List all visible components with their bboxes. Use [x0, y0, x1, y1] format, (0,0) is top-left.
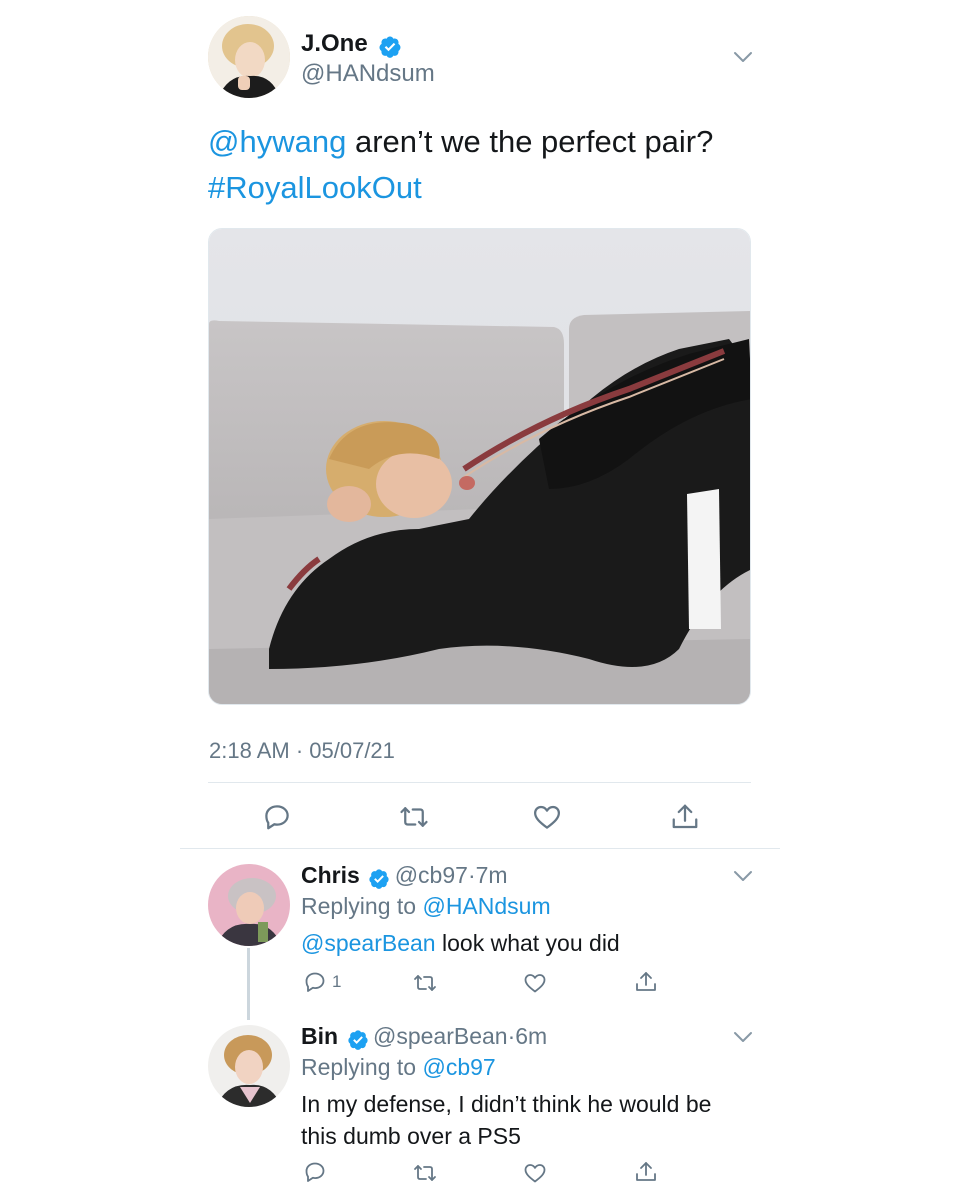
hashtag-link[interactable]: #RoyalLookOut	[208, 170, 422, 205]
like-icon[interactable]	[523, 971, 547, 995]
verified-badge-icon	[379, 36, 401, 58]
tweet-timestamp[interactable]: 2:18 AM · 05/07/21	[209, 738, 395, 764]
thread-line	[247, 948, 250, 1020]
author-name-row: J.One	[301, 30, 402, 59]
reply-icon[interactable]	[303, 1160, 327, 1184]
tweet-photo[interactable]	[208, 228, 751, 705]
replying-to-label: Replying to	[301, 893, 417, 919]
retweet-icon[interactable]	[413, 1161, 437, 1185]
reply-handle[interactable]: @spearBean	[373, 1023, 508, 1049]
tweet-text-body: aren’t we the perfect pair?	[354, 124, 714, 159]
share-icon[interactable]	[634, 970, 658, 994]
divider	[180, 848, 780, 849]
reply-text: @spearBean look what you did	[301, 927, 620, 959]
reply-time[interactable]: ·6m	[508, 1023, 548, 1049]
verified-badge-icon	[369, 869, 389, 889]
reply-avatar[interactable]	[208, 864, 290, 946]
tweet-text: @hywang aren’t we the perfect pair? #Roy…	[208, 119, 768, 211]
mention-link[interactable]: @hywang	[208, 124, 346, 159]
reply-handle[interactable]: @cb97	[395, 862, 468, 888]
divider	[208, 782, 751, 783]
replying-to-line: Replying to @cb97	[301, 1054, 496, 1081]
reply-display-name[interactable]: Chris	[301, 862, 360, 888]
reply-icon[interactable]	[262, 802, 292, 832]
like-icon[interactable]	[523, 1161, 547, 1185]
like-icon[interactable]	[532, 802, 562, 832]
reply-text-body: look what you did	[442, 930, 620, 956]
chevron-down-icon[interactable]	[733, 870, 753, 882]
author-display-name[interactable]: J.One	[301, 30, 368, 57]
replying-to-line: Replying to @HANdsum	[301, 893, 551, 920]
author-avatar[interactable]	[208, 16, 290, 98]
reply-header: Chris @cb97·7m	[301, 862, 508, 890]
reply-display-name[interactable]: Bin	[301, 1023, 338, 1049]
author-handle[interactable]: @HANdsum	[301, 60, 435, 88]
chevron-down-icon[interactable]	[733, 51, 753, 63]
reply-button[interactable]: 1	[303, 970, 341, 994]
mention-link[interactable]: @spearBean	[301, 930, 436, 956]
share-icon[interactable]	[670, 802, 700, 832]
reply-text-line: this dumb over a PS5	[301, 1123, 521, 1149]
reply-time[interactable]: ·7m	[468, 862, 508, 888]
chevron-down-icon[interactable]	[733, 1031, 753, 1043]
reply-icon[interactable]	[303, 970, 327, 994]
reply-text-line: In my defense, I didn’t think he would b…	[301, 1091, 712, 1117]
verified-badge-icon	[347, 1030, 368, 1050]
retweet-icon[interactable]	[399, 802, 429, 832]
reply-count: 1	[332, 972, 342, 991]
retweet-icon[interactable]	[413, 971, 437, 995]
reply-text: In my defense, I didn’t think he would b…	[301, 1088, 761, 1152]
share-icon[interactable]	[634, 1160, 658, 1184]
reply-header: Bin @spearBean·6m	[301, 1023, 547, 1051]
replying-to-link[interactable]: @cb97	[422, 1054, 495, 1080]
replying-to-link[interactable]: @HANdsum	[422, 893, 550, 919]
replying-to-label: Replying to	[301, 1054, 417, 1080]
reply-avatar[interactable]	[208, 1025, 290, 1107]
